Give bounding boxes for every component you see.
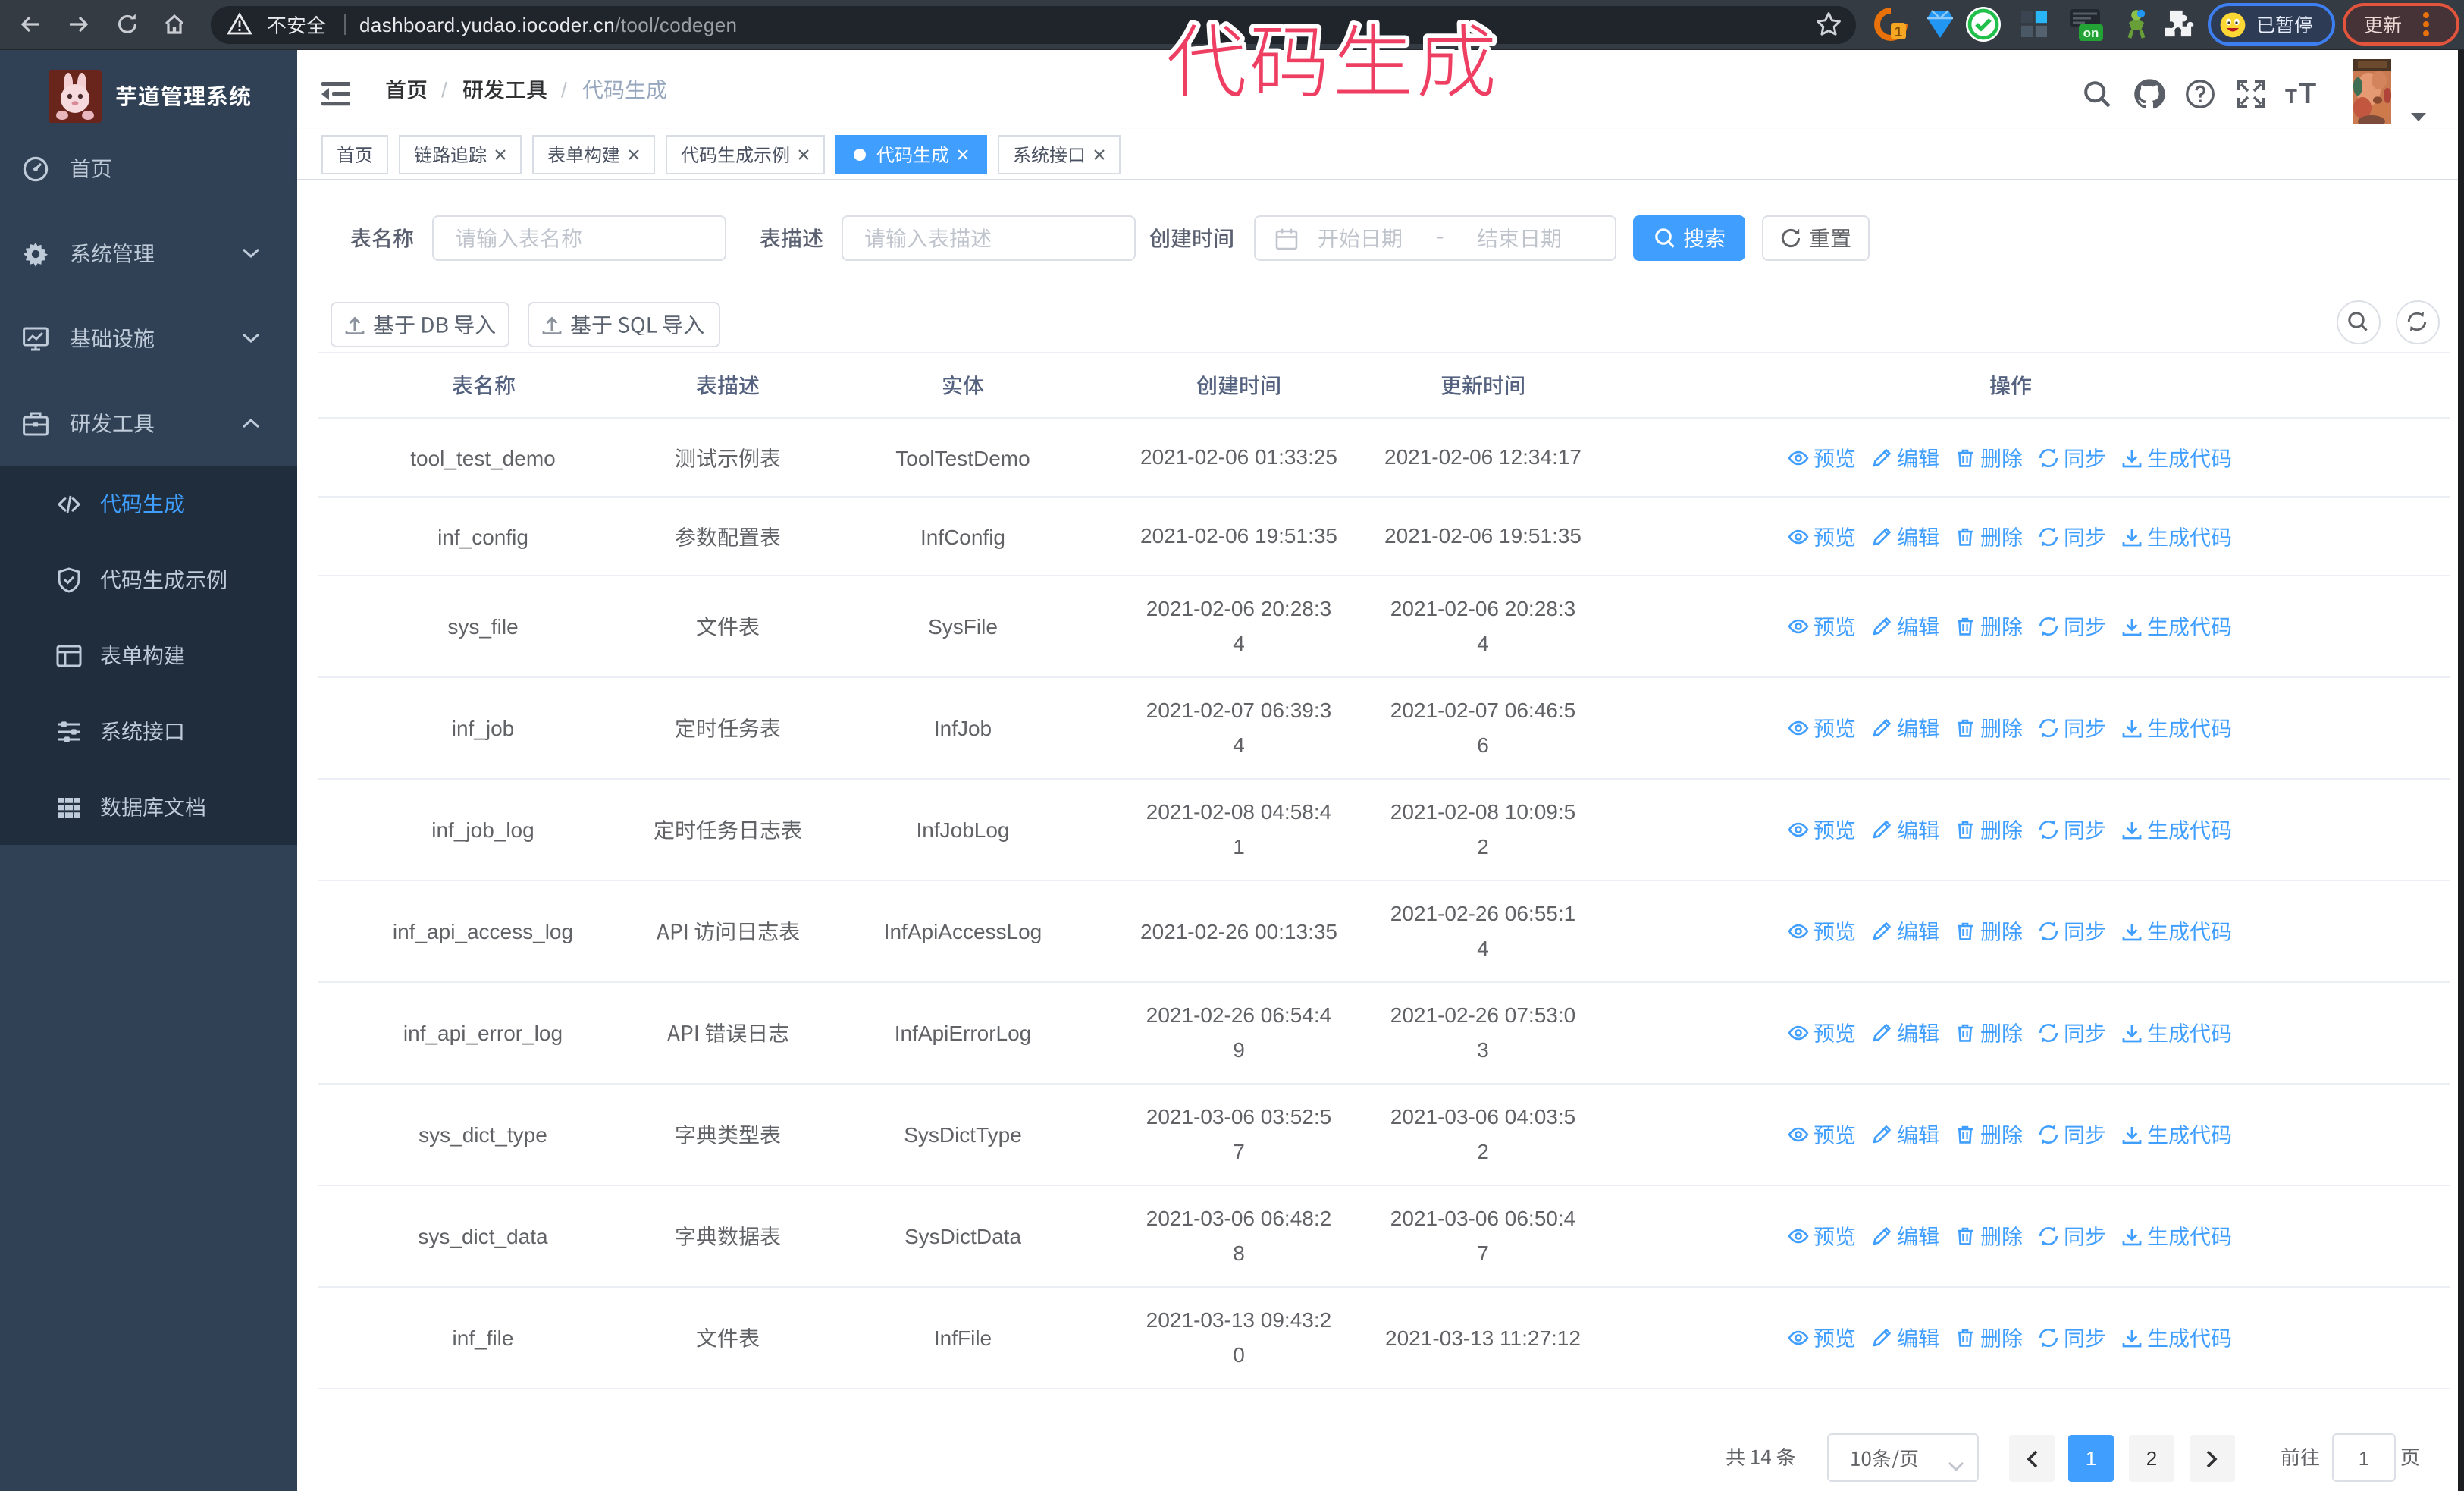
- svg-text:T: T: [2299, 80, 2316, 108]
- svg-text:1: 1: [1895, 24, 1902, 39]
- svg-text:T: T: [2285, 85, 2297, 108]
- svg-text:on: on: [2083, 26, 2099, 40]
